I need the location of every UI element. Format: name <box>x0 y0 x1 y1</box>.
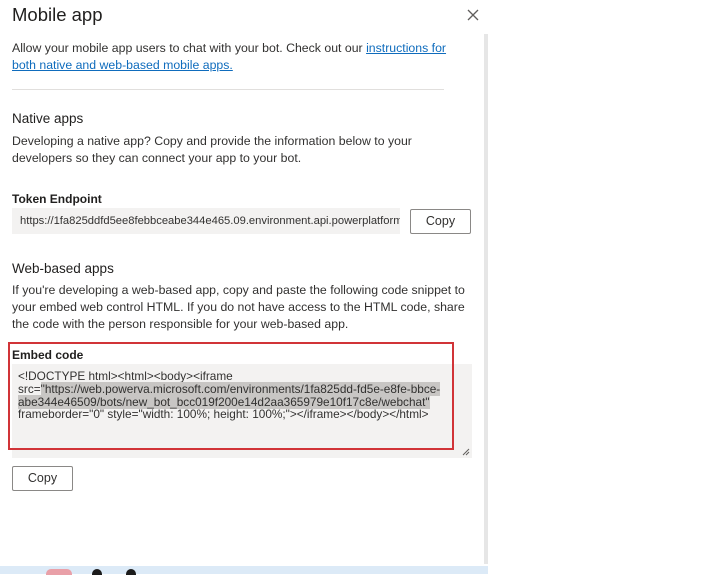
scrollbar[interactable] <box>484 34 488 564</box>
web-apps-heading: Web-based apps <box>12 261 114 276</box>
taskbar-app-icon <box>92 569 102 575</box>
web-apps-description: If you're developing a web-based app, co… <box>12 283 465 331</box>
intro-text: Allow your mobile app users to chat with… <box>12 40 462 74</box>
taskbar-strip <box>0 566 488 574</box>
close-icon[interactable] <box>464 6 482 24</box>
taskbar-app-icon <box>46 569 72 575</box>
mobile-app-panel: Mobile app Allow your mobile app users t… <box>0 0 488 574</box>
resize-handle-icon[interactable] <box>462 448 470 456</box>
highlight-frame <box>8 342 454 450</box>
panel-title: Mobile app <box>12 4 103 25</box>
copy-token-button[interactable]: Copy <box>410 209 471 234</box>
intro-description: Allow your mobile app users to chat with… <box>12 41 367 55</box>
native-apps-description: Developing a native app? Copy and provid… <box>12 134 412 165</box>
taskbar-app-icon <box>126 569 136 575</box>
section-divider <box>12 89 444 90</box>
native-apps-heading: Native apps <box>12 111 84 126</box>
copy-embed-button[interactable]: Copy <box>12 466 73 491</box>
token-endpoint-field[interactable]: https://1fa825ddfd5ee8febbceabe344e465.0… <box>12 208 400 234</box>
token-endpoint-label: Token Endpoint <box>12 192 102 206</box>
